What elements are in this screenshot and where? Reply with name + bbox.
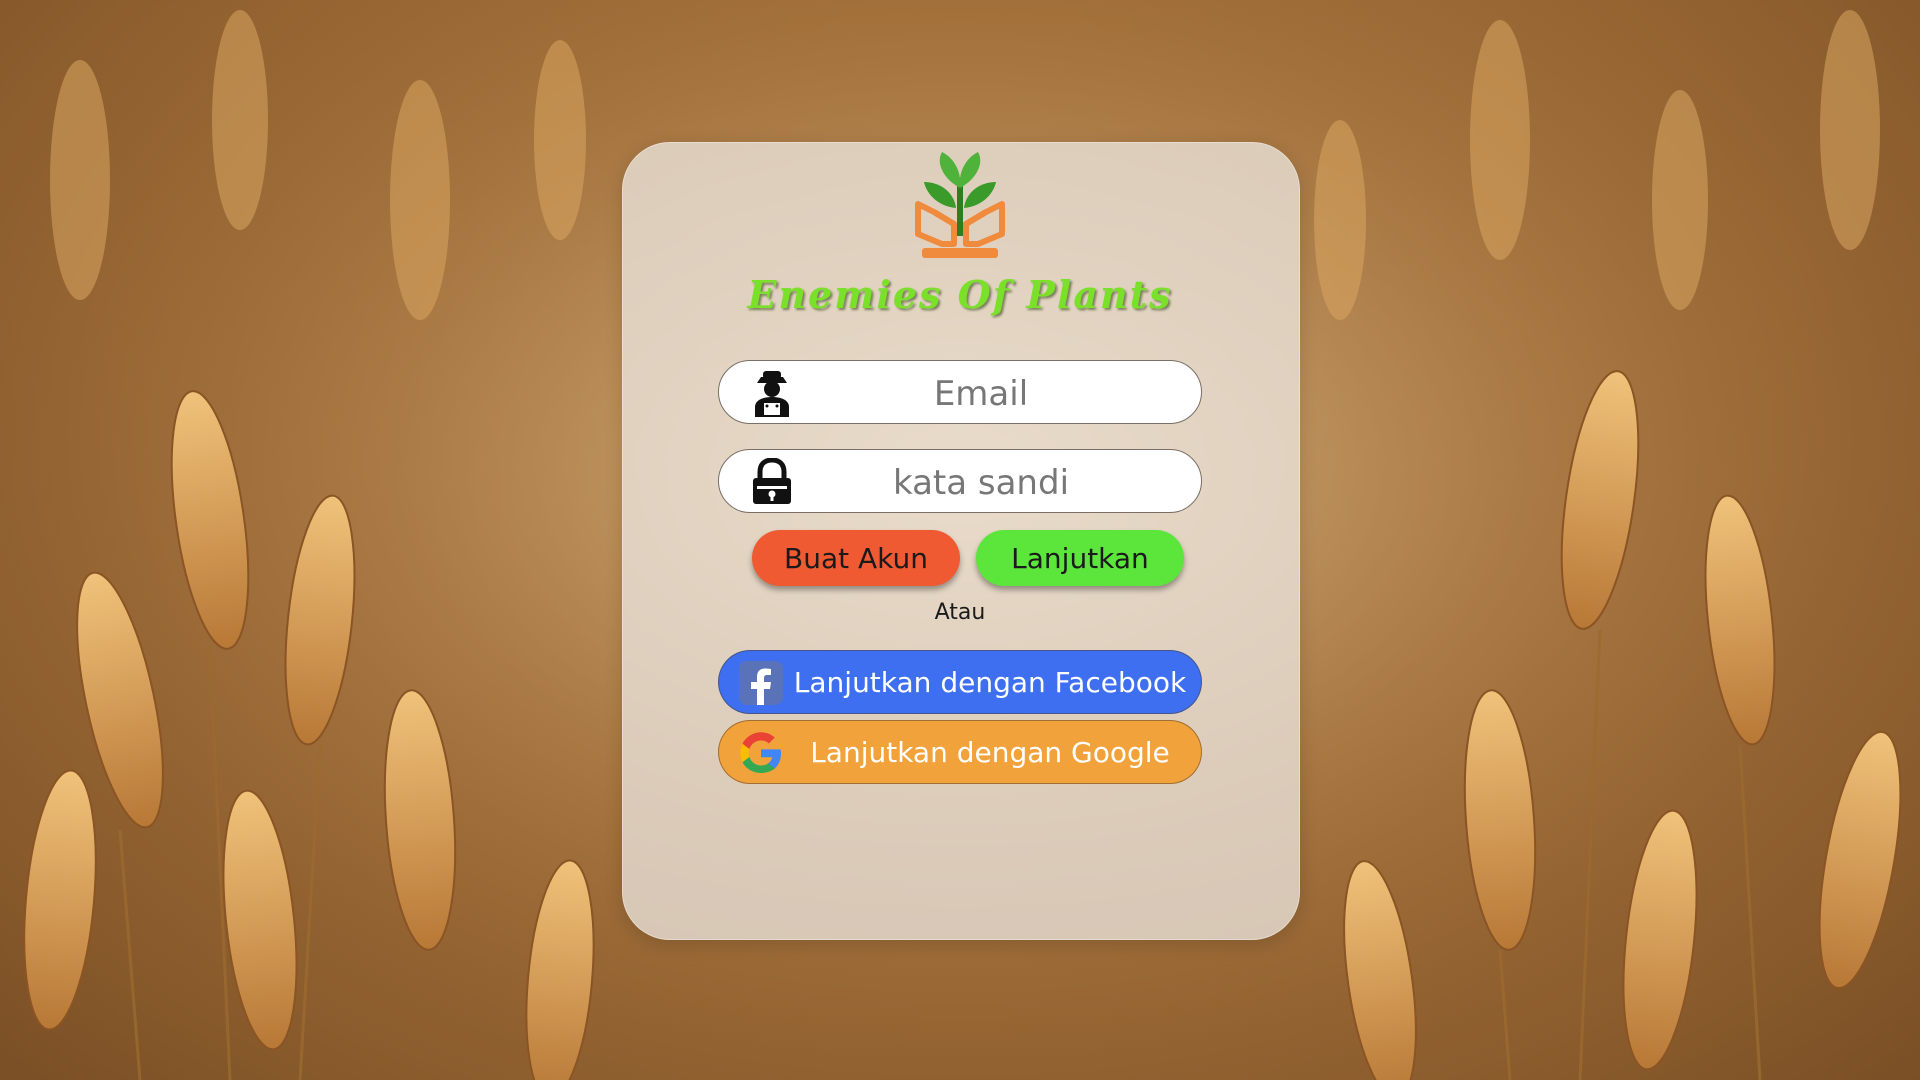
facebook-icon <box>739 661 783 705</box>
email-input[interactable] <box>809 367 1153 421</box>
google-icon <box>739 731 783 775</box>
google-login-button[interactable]: Lanjutkan dengan Google <box>718 720 1202 784</box>
login-card <box>622 142 1300 940</box>
continue-button[interactable]: Lanjutkan <box>976 530 1184 586</box>
password-field[interactable] <box>718 449 1202 513</box>
facebook-login-button[interactable]: Lanjutkan dengan Facebook <box>718 650 1202 714</box>
google-login-label: Lanjutkan dengan Google <box>810 736 1170 769</box>
divider-text: Atau <box>934 600 986 625</box>
padlock-icon <box>749 457 795 506</box>
email-field[interactable] <box>718 360 1202 424</box>
app-title: Enemies Of Plants <box>747 272 1173 317</box>
plant-hands-logo-icon <box>912 148 1008 260</box>
farmer-user-icon <box>749 369 795 417</box>
password-input[interactable] <box>809 456 1153 510</box>
create-account-button[interactable]: Buat Akun <box>752 530 960 586</box>
facebook-login-label: Lanjutkan dengan Facebook <box>793 666 1187 699</box>
